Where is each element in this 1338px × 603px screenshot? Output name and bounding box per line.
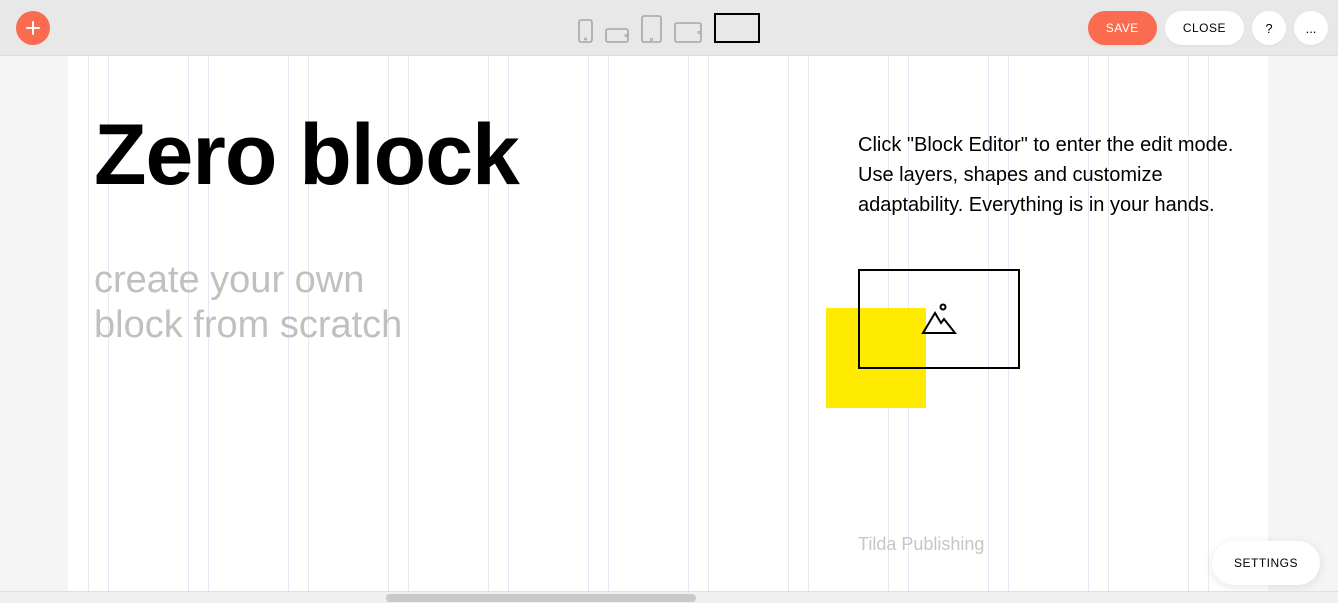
device-tablet-landscape[interactable] bbox=[674, 22, 702, 43]
block-title[interactable]: Zero block bbox=[94, 112, 519, 198]
horizontal-scrollbar[interactable] bbox=[0, 591, 1338, 603]
close-button[interactable]: CLOSE bbox=[1165, 11, 1244, 45]
more-button[interactable]: ... bbox=[1294, 11, 1328, 45]
device-phone-portrait[interactable] bbox=[578, 19, 593, 43]
save-button[interactable]: SAVE bbox=[1088, 11, 1157, 45]
zero-block-canvas[interactable]: Zero block create your ownblock from scr… bbox=[68, 56, 1268, 596]
toolbar-right-group: SAVE CLOSE ? ... bbox=[1088, 11, 1328, 45]
device-phone-landscape[interactable] bbox=[605, 28, 629, 43]
block-subtitle[interactable]: create your ownblock from scratch bbox=[94, 258, 402, 348]
device-tablet-portrait[interactable] bbox=[641, 15, 662, 43]
help-button[interactable]: ? bbox=[1252, 11, 1286, 45]
plus-icon bbox=[26, 21, 40, 35]
add-block-button[interactable] bbox=[16, 11, 50, 45]
settings-button[interactable]: SETTINGS bbox=[1212, 541, 1320, 585]
canvas-area: Zero block create your ownblock from scr… bbox=[0, 56, 1338, 603]
credit-text[interactable]: Tilda Publishing bbox=[858, 534, 984, 555]
scrollbar-thumb[interactable] bbox=[386, 594, 696, 602]
image-placeholder[interactable] bbox=[858, 269, 1020, 369]
block-description[interactable]: Click "Block Editor" to enter the edit m… bbox=[858, 130, 1238, 220]
mountain-icon bbox=[919, 299, 959, 339]
device-desktop[interactable] bbox=[714, 13, 760, 43]
top-toolbar: SAVE CLOSE ? ... bbox=[0, 0, 1338, 56]
device-switcher bbox=[578, 13, 760, 43]
